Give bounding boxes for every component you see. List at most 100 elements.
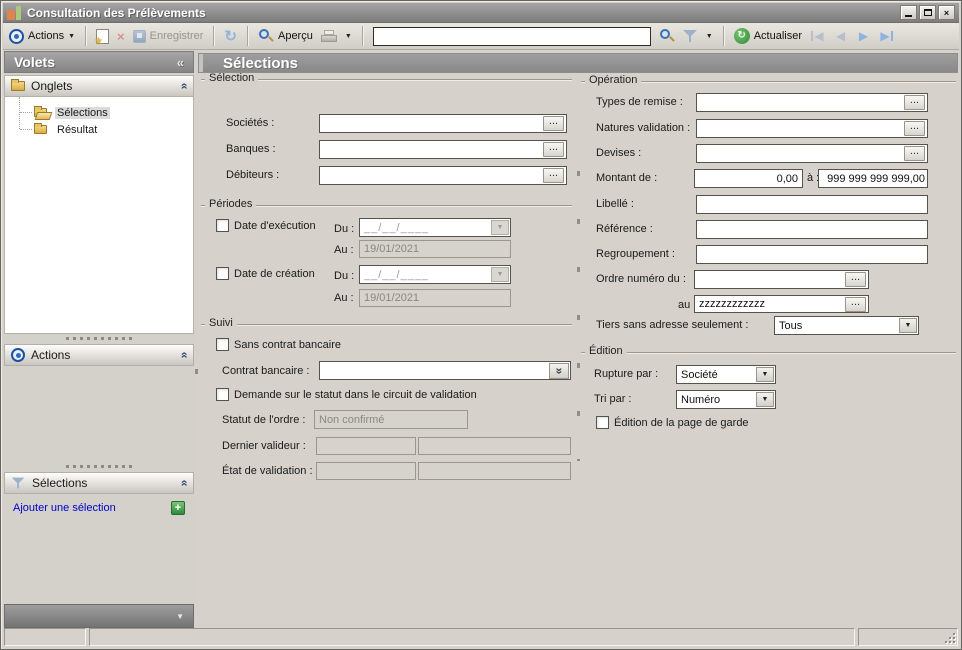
nav-first-icon: ◀	[814, 29, 824, 43]
print-options-button[interactable]: ▼	[341, 31, 356, 42]
preview-button[interactable]: Aperçu	[254, 26, 317, 46]
types-remise-input[interactable]: ...	[696, 93, 928, 112]
nav-previous-icon: ◀	[835, 29, 846, 43]
search-button[interactable]	[655, 26, 679, 46]
refresh-button[interactable]: ↻ Actualiser	[730, 26, 806, 46]
sidebar-bottom-bar[interactable]: ▼	[4, 604, 194, 628]
filter-options-button[interactable]: ▼	[702, 31, 717, 42]
montant-max-input[interactable]: 999 999 999 999,00	[818, 169, 928, 188]
debiteurs-input[interactable]: ...	[319, 166, 567, 185]
collapse-sidebar-icon[interactable]: «	[177, 55, 184, 70]
contrat-dropdown-button[interactable]: »	[549, 363, 569, 379]
ordre-au-value: zzzzzzzzzzzz	[699, 298, 765, 310]
sidebar-splitter[interactable]	[4, 334, 194, 342]
sync-button[interactable]: ↻	[220, 27, 241, 46]
du-label: Du :	[334, 270, 355, 282]
societes-browse-button[interactable]: ...	[543, 116, 564, 131]
regroupement-input[interactable]	[696, 245, 928, 264]
selections-section-label: Sélections	[32, 476, 88, 490]
debiteurs-browse-button[interactable]: ...	[543, 168, 564, 183]
reference-input[interactable]	[696, 220, 928, 239]
sync-icon: ↻	[224, 27, 237, 45]
sidebar: Volets « Onglets » Sélections Résultat A…	[4, 51, 194, 628]
natures-validation-browse-button[interactable]: ...	[904, 121, 925, 136]
app-window: Consultation des Prélèvements × Actions …	[0, 0, 962, 650]
tiers-sans-adresse-select[interactable]: Tous ▼	[774, 316, 919, 335]
date-creation-du-combo[interactable]: __/__/____ ▼	[359, 265, 511, 284]
add-selection-button[interactable]: +	[171, 501, 185, 515]
sans-contrat-checkbox[interactable]	[216, 338, 229, 351]
selections-section-body: Ajouter une sélection +	[4, 494, 194, 515]
magnifier-icon	[258, 28, 274, 44]
maximize-button[interactable]	[919, 5, 936, 20]
save-icon	[132, 29, 146, 43]
ordre-numero-au-input[interactable]: zzzzzzzzzzzz ...	[694, 295, 869, 313]
new-button[interactable]: ★	[92, 27, 113, 46]
rupture-dropdown-button[interactable]: ▼	[756, 367, 774, 382]
ordre-numero-du-input[interactable]: ...	[694, 270, 869, 289]
nav-last-button[interactable]: ▶	[875, 26, 898, 46]
chevron-down-icon: ▼	[68, 32, 76, 40]
nav-next-button[interactable]: ▶	[852, 26, 875, 46]
dernier-valideur-label: Dernier valideur :	[222, 440, 306, 452]
libelle-input[interactable]	[696, 195, 928, 214]
chevron-double-down-icon: »	[552, 367, 566, 375]
page-garde-checkbox[interactable]	[596, 416, 609, 429]
contrat-combo[interactable]: »	[319, 361, 571, 380]
actions-menu-label: Actions	[28, 30, 65, 42]
chevron-down-icon: ▼	[761, 371, 769, 378]
date-creation-checkbox[interactable]	[216, 267, 229, 280]
close-button[interactable]: ×	[938, 5, 955, 20]
chevron-up-icon[interactable]: »	[177, 480, 191, 487]
tri-par-select[interactable]: Numéro ▼	[676, 390, 776, 409]
add-selection-link[interactable]: Ajouter une sélection	[13, 502, 116, 514]
filter-button[interactable]	[679, 27, 702, 45]
tree-item-selections[interactable]: Sélections	[5, 104, 193, 121]
ordre-du-browse-button[interactable]: ...	[845, 272, 866, 287]
main-header: Sélections	[198, 53, 958, 73]
group-suivi-label: Suivi	[209, 317, 233, 329]
minimize-button[interactable]	[900, 5, 917, 20]
open-folder-icon	[34, 106, 47, 117]
rupture-par-select[interactable]: Société ▼	[676, 365, 776, 384]
preview-label: Aperçu	[277, 30, 313, 42]
search-input[interactable]	[372, 26, 651, 46]
section-header-actions[interactable]: Actions »	[4, 344, 194, 366]
statut-ordre-label: Statut de l'ordre :	[222, 414, 306, 426]
toolbar-separator	[213, 26, 215, 46]
du-label: Du :	[334, 223, 355, 235]
print-button[interactable]	[317, 28, 341, 44]
ordre-au-browse-button[interactable]: ...	[845, 297, 866, 312]
date-execution-au-value: 19/01/2021	[364, 243, 420, 255]
tree-item-resultat[interactable]: Résultat	[5, 121, 193, 138]
banques-browse-button[interactable]: ...	[543, 142, 564, 157]
chevron-up-icon[interactable]: »	[177, 352, 191, 359]
devises-browse-button[interactable]: ...	[904, 146, 925, 161]
tri-dropdown-button[interactable]: ▼	[756, 392, 774, 407]
sidebar-splitter[interactable]	[4, 462, 194, 470]
date-creation-au-value: 19/01/2021	[364, 292, 420, 304]
chevron-up-icon[interactable]: »	[177, 83, 191, 90]
section-header-onglets[interactable]: Onglets »	[4, 75, 194, 97]
date-execution-checkbox[interactable]	[216, 219, 229, 232]
resize-grip[interactable]	[945, 633, 955, 643]
section-header-selections[interactable]: Sélections »	[4, 472, 194, 494]
chevron-down-icon: ▼	[344, 32, 352, 40]
actions-menu-button[interactable]: Actions ▼	[24, 28, 79, 44]
date-execution-du-combo[interactable]: __/__/____ ▼	[359, 218, 511, 237]
au-label: Au :	[334, 244, 354, 256]
tiers-dropdown-button[interactable]: ▼	[899, 318, 917, 333]
au-label: Au :	[334, 292, 354, 304]
folder-icon	[11, 79, 25, 91]
libelle-label: Libellé :	[596, 198, 634, 210]
banques-input[interactable]: ...	[319, 140, 567, 159]
natures-validation-input[interactable]: ...	[696, 119, 928, 138]
tree-item-label: Sélections	[55, 106, 110, 119]
societes-input[interactable]: ...	[319, 114, 567, 133]
montant-min-input[interactable]: 0,00	[694, 169, 803, 188]
delete-button: ×	[113, 28, 129, 45]
montant-max-value: 999 999 999 999,00	[827, 172, 925, 185]
demande-statut-checkbox[interactable]	[216, 388, 229, 401]
types-remise-browse-button[interactable]: ...	[904, 95, 925, 110]
devises-input[interactable]: ...	[696, 144, 928, 163]
